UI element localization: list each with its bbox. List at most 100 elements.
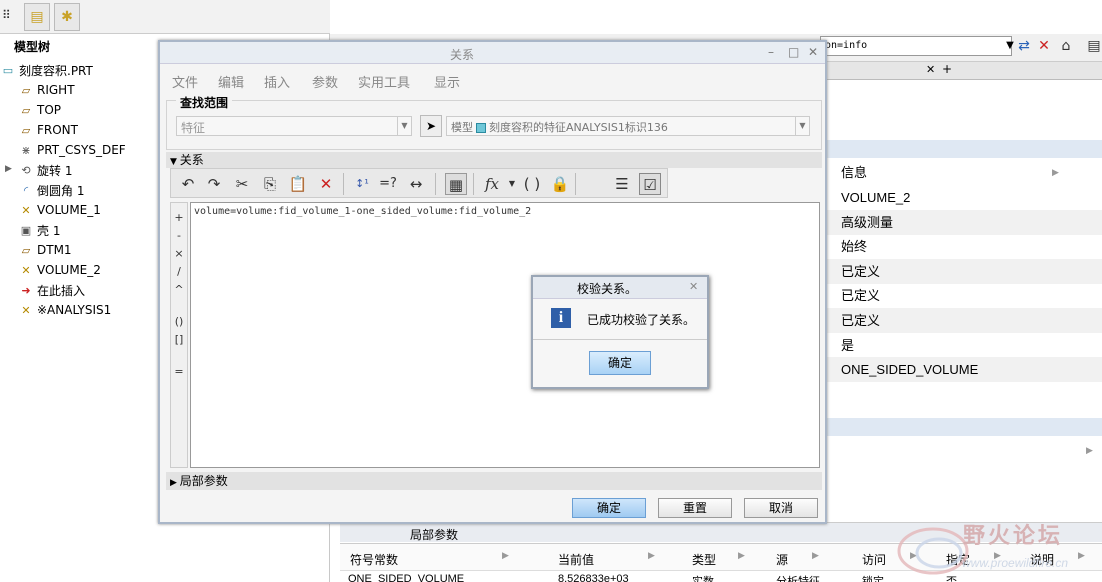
menu-display[interactable]: 显示 xyxy=(434,72,460,91)
operator-button[interactable]: + xyxy=(171,211,187,224)
relations-dialog: 关系 – □ ✕ 文件 编辑 插入 参数 实用工具 显示 查找范围 特征 ▼ ➤ … xyxy=(158,40,827,524)
measure-icon[interactable]: ↔ xyxy=(405,173,427,195)
col-type[interactable]: 类型 xyxy=(692,551,716,568)
maximize-icon[interactable]: □ xyxy=(788,45,799,59)
cancel-button[interactable]: 取消 xyxy=(744,498,818,518)
sort-arrow-icon: ▶ xyxy=(648,551,655,561)
tree-item[interactable]: ⟲ 旋转 1 xyxy=(18,160,72,180)
tree-item[interactable]: ▭ 刻度容积.PRT xyxy=(0,60,93,80)
stop-icon[interactable]: ✕ xyxy=(1034,36,1054,56)
menu-edit[interactable]: 编辑 xyxy=(218,72,244,91)
tree-item[interactable]: ▱ FRONT xyxy=(18,120,78,140)
close-tab-icon[interactable]: ✕ xyxy=(926,63,935,76)
operator-button[interactable]: () xyxy=(171,315,187,328)
delete-icon[interactable]: ✕ xyxy=(315,173,337,195)
tree-item[interactable]: ▱ RIGHT xyxy=(18,80,75,100)
tree-item[interactable]: ✕ ※ANALYSIS1 xyxy=(18,300,111,320)
menu-file[interactable]: 文件 xyxy=(172,72,198,91)
expand-triangle-icon[interactable]: ▶ xyxy=(5,164,12,174)
reset-button[interactable]: 重置 xyxy=(658,498,732,518)
new-tab-icon[interactable]: + xyxy=(942,62,952,76)
info-row: 始终 xyxy=(841,239,868,255)
function-dropdown-icon[interactable]: ▼ xyxy=(501,173,523,195)
menu-insert[interactable]: 插入 xyxy=(264,72,290,91)
relations-editor[interactable]: volume=volume:fid_volume_1-one_sided_vol… xyxy=(190,202,820,468)
datum-plane-icon: ▱ xyxy=(21,103,31,117)
tree-item[interactable]: ◜ 倒圆角 1 xyxy=(18,180,85,200)
col-source[interactable]: 源 xyxy=(776,551,788,568)
evaluate-icon[interactable]: =? xyxy=(377,173,399,195)
ok-button[interactable]: 确定 xyxy=(572,498,646,518)
tree-item-label: 在此插入 xyxy=(37,283,86,298)
tree-item[interactable]: ➜ 在此插入 xyxy=(18,280,85,300)
tree-item[interactable]: ✕ VOLUME_2 xyxy=(18,260,101,280)
verify-list-icon[interactable]: ☰ xyxy=(611,173,633,195)
model-tree-title: 模型树 xyxy=(14,40,51,54)
browser-tab-bar: ✕ + xyxy=(826,62,1102,80)
expand-triangle-icon: ▶ xyxy=(170,478,180,488)
sort-relations-icon[interactable]: ▦ xyxy=(445,173,467,195)
revolve-icon: ⟲ xyxy=(21,163,31,177)
folder-browser-tab[interactable]: ▤ xyxy=(24,3,50,31)
close-icon[interactable]: ✕ xyxy=(689,280,698,293)
col-access[interactable]: 访问 xyxy=(862,551,886,568)
scope-type-select[interactable]: 特征 ▼ xyxy=(176,116,412,136)
verify-ok-button[interactable]: 确定 xyxy=(589,351,651,375)
cut-icon[interactable]: ✂ xyxy=(231,173,253,195)
refresh-icon[interactable]: ⇄ xyxy=(1014,36,1034,56)
info-band-2 xyxy=(826,418,1102,436)
copy-icon[interactable]: ⎘ xyxy=(259,173,281,195)
verify-check-icon[interactable]: ☑ xyxy=(639,173,661,195)
parameter-icon[interactable]: ( ) xyxy=(521,173,543,195)
menu-parameters[interactable]: 参数 xyxy=(312,72,338,91)
collapse-triangle-icon: ▼ xyxy=(170,157,180,167)
dimension-toggle-icon[interactable]: ↕¹ xyxy=(351,173,373,195)
verify-title: 校验关系。 xyxy=(577,282,638,296)
print-icon[interactable]: ▤ xyxy=(1084,36,1102,56)
round-icon: ◜ xyxy=(23,183,29,197)
tree-item[interactable]: ▣ 壳 1 xyxy=(18,220,61,240)
datum-plane-icon: ▱ xyxy=(21,243,31,257)
cell-symbol: ONE_SIDED_VOLUME xyxy=(348,573,465,582)
col-symbol[interactable]: 符号常数 xyxy=(350,551,398,568)
col-current-value[interactable]: 当前值 xyxy=(558,551,594,568)
tree-item[interactable]: ▱ DTM1 xyxy=(18,240,72,260)
local-params-section-header[interactable]: ▶ 局部参数 xyxy=(166,472,822,490)
relations-section-header[interactable]: ▼ 关系 xyxy=(166,152,822,168)
tree-item-label: DTM1 xyxy=(37,243,72,257)
tree-item[interactable]: ▱ TOP xyxy=(18,100,61,120)
minimize-icon[interactable]: – xyxy=(768,45,774,59)
operator-button[interactable]: [] xyxy=(171,333,187,346)
operator-button[interactable]: × xyxy=(171,247,187,260)
operator-button[interactable]: / xyxy=(171,265,187,278)
dialog-title-bar[interactable]: 关系 – □ ✕ xyxy=(160,42,825,64)
function-icon[interactable]: fx xyxy=(481,173,503,195)
tree-view-icon[interactable]: ⠿ xyxy=(2,8,11,22)
scope-target-select[interactable]: 模型 刻度容积的特征ANALYSIS1标识136 ▼ xyxy=(446,116,810,136)
redo-icon[interactable]: ↷ xyxy=(203,173,225,195)
shell-icon: ▣ xyxy=(20,223,32,237)
address-bar[interactable]: on=info xyxy=(820,36,1012,56)
home-icon[interactable]: ⌂ xyxy=(1056,36,1076,56)
paste-icon[interactable]: 📋 xyxy=(287,173,309,195)
tree-item[interactable]: ⋇ PRT_CSYS_DEF xyxy=(18,140,125,160)
info-row: ONE_SIDED_VOLUME xyxy=(826,357,1102,383)
operator-button[interactable]: = xyxy=(171,365,187,378)
cell-type: 实数 xyxy=(692,576,714,582)
verify-message: 已成功校验了关系。 xyxy=(587,313,696,327)
select-pointer-button[interactable]: ➤ xyxy=(420,115,442,137)
info-row: 已定义 xyxy=(826,308,1102,333)
expand-arrow-icon[interactable]: ▶ xyxy=(1086,446,1093,456)
close-icon[interactable]: ✕ xyxy=(808,45,818,59)
verify-relations-dialog: 校验关系。 ✕ i 已成功校验了关系。 确定 xyxy=(531,275,709,389)
undo-icon[interactable]: ↶ xyxy=(177,173,199,195)
info-row: 已定义 xyxy=(841,288,881,304)
menu-bar: 文件 编辑 插入 参数 实用工具 显示 xyxy=(160,64,825,94)
tree-item[interactable]: ✕ VOLUME_1 xyxy=(18,200,101,220)
operator-button[interactable]: ^ xyxy=(171,283,187,296)
verify-title-bar[interactable]: 校验关系。 ✕ xyxy=(533,277,707,299)
operator-button[interactable]: - xyxy=(171,229,187,242)
favorites-tab[interactable]: ✱ xyxy=(54,3,80,31)
menu-utilities[interactable]: 实用工具 xyxy=(358,72,410,91)
lock-icon[interactable]: 🔒 xyxy=(549,173,571,195)
